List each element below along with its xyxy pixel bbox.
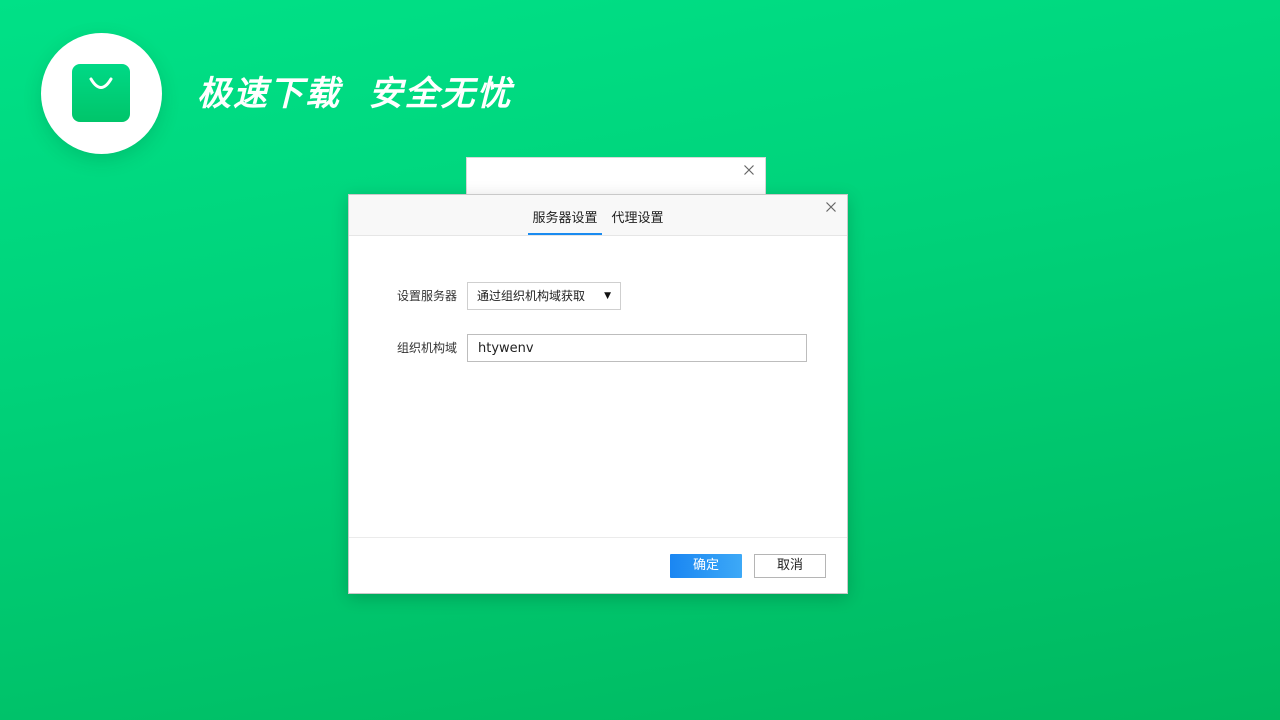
close-icon[interactable] [823, 199, 839, 215]
app-logo [41, 33, 162, 154]
cancel-button[interactable]: 取消 [754, 554, 826, 578]
org-domain-label: 组织机构域 [397, 341, 458, 355]
shopping-bag-icon [72, 64, 130, 122]
server-select-value: 通过组织机构域获取 [477, 289, 586, 303]
tab-bar: 服务器设置 代理设置 [349, 195, 847, 235]
footer-divider [349, 537, 847, 538]
tab-server-settings[interactable]: 服务器设置 [528, 195, 602, 235]
server-select[interactable]: 通过组织机构域获取 ▼ [467, 282, 621, 310]
confirm-button[interactable]: 确定 [670, 554, 742, 578]
slogan: 极速下载 安全无忧 [197, 74, 513, 114]
org-domain-input[interactable] [467, 334, 807, 362]
server-settings-dialog: 服务器设置 代理设置 设置服务器 通过组织机构域获取 ▼ 组织机构域 确定 取消 [348, 194, 848, 594]
dialog-header: 服务器设置 代理设置 [349, 195, 847, 236]
tab-proxy-settings[interactable]: 代理设置 [608, 195, 668, 235]
server-setting-label: 设置服务器 [397, 289, 458, 303]
dropdown-arrow-icon: ▼ [604, 291, 611, 301]
close-icon[interactable] [741, 162, 757, 178]
